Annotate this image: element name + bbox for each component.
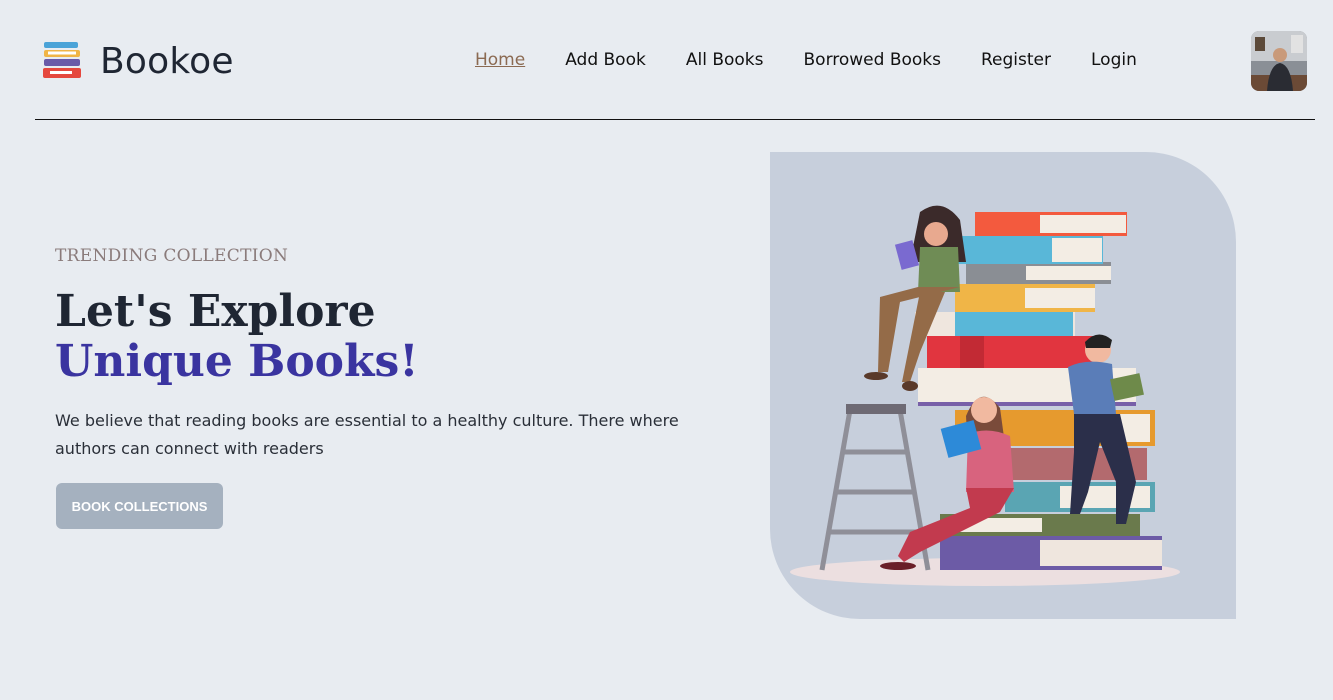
header-divider bbox=[35, 119, 1315, 120]
nav-login[interactable]: Login bbox=[1091, 50, 1137, 70]
hero-illustration-card bbox=[770, 152, 1236, 619]
nav-register[interactable]: Register bbox=[981, 50, 1051, 70]
people-reading-on-book-stack-illustration bbox=[790, 205, 1180, 586]
book-stack-icon bbox=[43, 42, 81, 78]
hero-description: We believe that reading books are essent… bbox=[55, 411, 679, 458]
book-collections-button[interactable]: BOOK COLLECTIONS bbox=[56, 483, 223, 529]
site-header: Bookoe Home Add Book All Books Borrowed … bbox=[0, 0, 1333, 120]
nav-all-books[interactable]: All Books bbox=[686, 50, 764, 70]
avatar[interactable] bbox=[1251, 31, 1307, 91]
brand-logo[interactable]: Bookoe bbox=[42, 40, 234, 82]
nav-add-book[interactable]: Add Book bbox=[565, 50, 646, 70]
hero-title-line1: Let's Explore bbox=[55, 286, 376, 337]
nav-borrowed-books[interactable]: Borrowed Books bbox=[804, 50, 942, 70]
nav-home[interactable]: Home bbox=[475, 50, 525, 70]
main-nav: Home Add Book All Books Borrowed Books R… bbox=[475, 50, 1177, 70]
brand-name: Bookoe bbox=[100, 40, 234, 82]
hero-title-line2: Unique Books! bbox=[55, 336, 419, 387]
hero-eyebrow: TRENDING COLLECTION bbox=[55, 246, 289, 266]
